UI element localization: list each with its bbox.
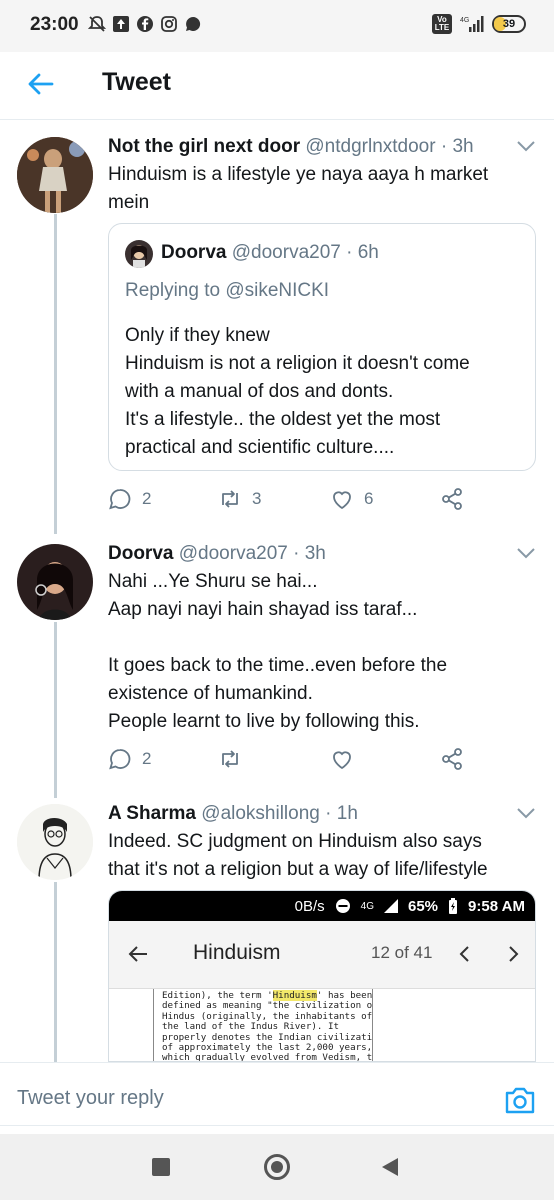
retweet-icon [222,490,238,508]
timestamp: · 1h [325,803,358,824]
reply-count: 2 [142,489,152,508]
tweet[interactable]: Not the girl next door @ntdgrlnxtdoor · … [0,135,554,520]
image-document: Edition), the term 'Hinduism' has been d… [109,989,535,1062]
timestamp: · 3h [440,136,474,157]
volte-badge: Vo LTE [432,14,452,34]
chevron-down-icon[interactable] [516,806,536,820]
display-name[interactable]: Doorva [108,543,173,564]
share-icon [442,748,462,770]
like-count: 6 [364,489,374,508]
reply-button[interactable]: 2 [108,487,151,511]
image-data-rate: 0B/s [294,897,325,915]
reply-icon [109,749,131,770]
quoted-tweet-text: Only if they knew Hinduism is not a reli… [125,325,470,458]
signal-icon: 4G [460,16,484,32]
avatar[interactable] [17,137,93,213]
chevron-right-icon [509,946,519,962]
battery-charging-icon [449,898,458,914]
arrow-left-icon [128,946,147,962]
display-name[interactable]: Doorva [161,242,226,263]
tweet-header: A Sharma @alokshillong · 1h [108,802,358,826]
chevron-down-icon[interactable] [516,139,536,153]
display-name[interactable]: Not the girl next door [108,136,300,157]
status-right: Vo LTE 4G 39 [432,14,526,34]
status-time: 23:00 [30,14,79,35]
timestamp: · 6h [346,242,379,263]
username: @doorva207 [178,543,288,564]
mute-icon [87,15,107,33]
like-button[interactable] [330,747,364,771]
tweet[interactable]: Doorva @doorva207 · 3h Nahi ...Ye Shuru … [0,542,554,782]
reply-input[interactable]: Tweet your reply [17,1087,164,1110]
heart-icon [333,751,351,770]
image-status-bar: 0B/s 4G 65% 9:58 AM [109,891,535,921]
doc-line-post: ' has been [316,990,373,1001]
heart-icon [333,491,351,510]
reply-composer[interactable]: Tweet your reply [0,1062,554,1134]
doc-line-pre: Edition), the term ' [162,990,273,1001]
tweet-actions: 2 3 6 [108,487,468,515]
chevron-left-icon [459,946,469,962]
chat-icon [184,15,202,33]
camera-icon[interactable] [504,1085,536,1115]
battery-level: 39 [502,18,516,30]
share-icon [442,488,462,510]
timestamp: · 3h [293,543,326,564]
instagram-icon [160,15,178,33]
upload-icon [112,15,130,33]
share-button[interactable] [440,747,464,771]
divider [0,1125,554,1126]
image-network: 4G [360,900,374,912]
doc-lines: defined as meaning "the civilization of … [162,1000,373,1062]
image-search-title: Hinduism [193,941,281,964]
tweet-header: Not the girl next door @ntdgrlnxtdoor · … [108,135,474,159]
do-not-disturb-icon [335,899,350,913]
retweet-button[interactable] [218,747,252,771]
quoted-tweet-header: Doorva @doorva207 · 6h [161,242,379,264]
top-app-bar: Tweet [0,52,554,120]
system-nav-bar [0,1134,554,1200]
retweet-button[interactable]: 3 [218,487,261,511]
battery-icon: 39 [492,15,526,33]
arrow-left-icon[interactable] [26,70,54,98]
attached-image[interactable]: 0B/s 4G 65% 9:58 AM Hinduism 12 of 41 Ed… [108,890,536,1062]
username: @alokshillong [201,803,320,824]
recents-button[interactable] [152,1158,170,1176]
tweet-text: Hinduism is a lifestyle ye naya aaya h m… [108,164,489,213]
tweet-text: Nahi ...Ye Shuru se hai... Aap nayi nayi… [108,571,448,732]
tweet-header: Doorva @doorva207 · 3h [108,542,326,566]
tweet-text: Indeed. SC judgment on Hinduism also say… [108,831,488,880]
username: @doorva207 [231,242,341,263]
page-title: Tweet [102,68,171,96]
avatar[interactable] [17,544,93,620]
replying-to: Replying to @sikeNICKI [125,280,330,301]
image-time: 9:58 AM [468,897,525,915]
back-button[interactable] [380,1156,400,1178]
retweet-count: 3 [252,489,262,508]
status-bar: 23:00 Vo LTE 4G 39 [0,0,554,52]
reply-button[interactable]: 2 [108,747,151,771]
image-battery: 65% [408,897,439,915]
reply-count: 2 [142,749,152,768]
home-button[interactable] [264,1154,290,1180]
network-label: 4G [460,17,469,24]
image-match-count: 12 of 41 [371,943,433,962]
reply-icon [109,489,131,510]
tweet-actions: 2 [108,747,468,775]
facebook-icon [136,15,154,33]
doc-highlight: Hinduism [272,990,317,1001]
chevron-down-icon[interactable] [516,546,536,560]
image-search-bar: Hinduism 12 of 41 [109,921,535,989]
avatar[interactable] [125,240,153,268]
avatar[interactable] [17,804,93,880]
share-button[interactable] [440,487,464,511]
quoted-tweet[interactable]: Doorva @doorva207 · 6h Replying to @sike… [108,223,536,471]
signal-icon [384,899,398,913]
like-button[interactable]: 6 [330,487,373,511]
retweet-icon [222,750,238,768]
document-text: Edition), the term 'Hinduism' has been d… [153,989,373,1062]
username: @ntdgrlnxtdoor [305,136,436,157]
notification-icons [87,15,202,33]
display-name[interactable]: A Sharma [108,803,196,824]
